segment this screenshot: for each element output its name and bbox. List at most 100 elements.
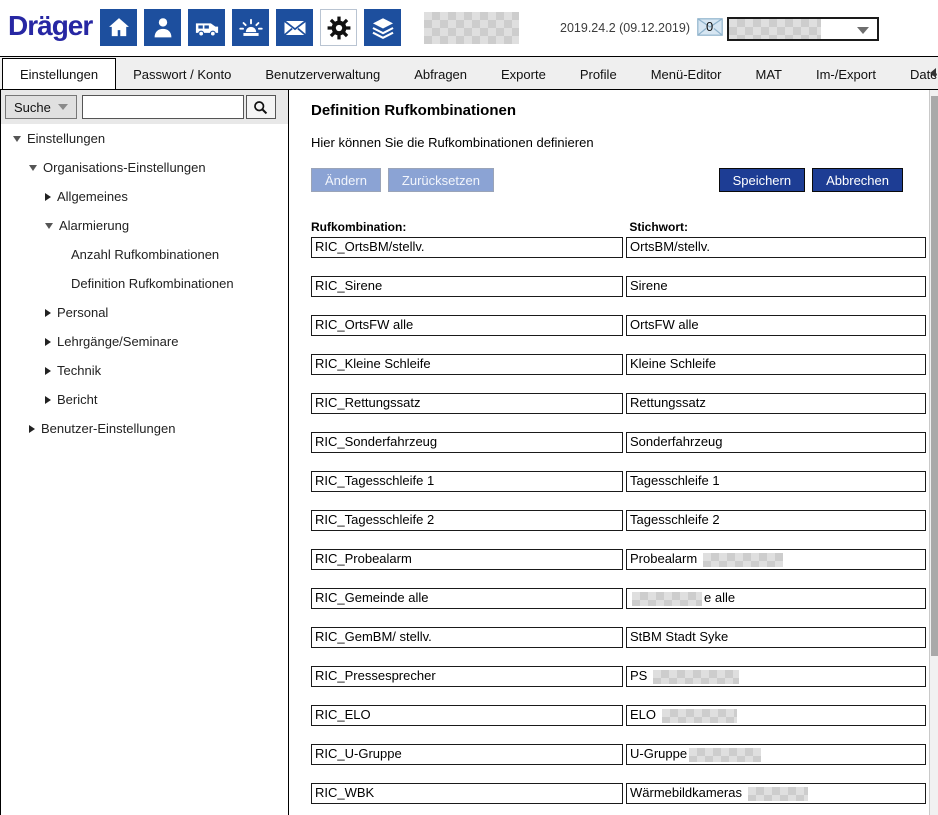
stichwort-input[interactable]: OrtsFW alle: [626, 315, 926, 336]
redacted-text-block: [748, 787, 808, 801]
tree-item-einstellungen[interactable]: Einstellungen: [1, 124, 289, 153]
field-rows: RIC_OrtsBM/stellv.OrtsBM/stellv.RIC_Sire…: [311, 237, 926, 815]
expand-icon[interactable]: [45, 309, 51, 317]
redacted-text-block: [632, 592, 702, 606]
rufkombination-input[interactable]: RIC_Tagesschleife 2: [311, 510, 623, 531]
rufkombination-input[interactable]: RIC_Tagesschleife 1: [311, 471, 623, 492]
tree-item-label: Personal: [57, 298, 108, 327]
expand-icon[interactable]: [45, 193, 51, 201]
collapse-icon[interactable]: [45, 223, 53, 229]
rufkombination-input[interactable]: RIC_Sirene: [311, 276, 623, 297]
field-row: RIC_Tagesschleife 1Tagesschleife 1: [311, 471, 926, 492]
tab-passwort-konto[interactable]: Passwort / Konto: [116, 61, 248, 89]
expand-icon[interactable]: [45, 396, 51, 404]
tree-item-alarmierung[interactable]: Alarmierung: [1, 211, 289, 240]
rufkombination-input[interactable]: RIC_ELO: [311, 705, 623, 726]
button-row: Ändern Zurücksetzen Speichern Abbrechen: [311, 168, 903, 192]
change-button[interactable]: Ändern: [311, 168, 381, 192]
search-category-dropdown[interactable]: Suche: [5, 95, 77, 119]
tree-item-bericht[interactable]: Bericht: [1, 385, 289, 414]
collapse-icon[interactable]: [29, 165, 37, 171]
vehicle-icon[interactable]: [188, 9, 225, 46]
search-button[interactable]: [246, 95, 276, 119]
tab-menü-editor[interactable]: Menü-Editor: [634, 61, 739, 89]
field-row: RIC_OrtsFW alleOrtsFW alle: [311, 315, 926, 336]
tab-exporte[interactable]: Exporte: [484, 61, 563, 89]
search-row: Suche: [1, 90, 289, 124]
chevron-down-icon: [857, 27, 869, 34]
rufkombination-input[interactable]: RIC_Kleine Schleife: [311, 354, 623, 375]
cancel-button[interactable]: Abbrechen: [812, 168, 903, 192]
field-row: RIC_WBKWärmebildkameras: [311, 783, 926, 804]
user-dropdown[interactable]: [727, 17, 879, 41]
field-row: RIC_U-GruppeU-Gruppe: [311, 744, 926, 765]
tab-mat[interactable]: MAT: [739, 61, 799, 89]
stichwort-input[interactable]: Tagesschleife 2: [626, 510, 926, 531]
tab-abfragen[interactable]: Abfragen: [397, 61, 484, 89]
rufkombination-input[interactable]: RIC_Rettungssatz: [311, 393, 623, 414]
alarm-light-icon[interactable]: [232, 9, 269, 46]
rufkombination-input[interactable]: RIC_Gemeinde alle: [311, 588, 623, 609]
stichwort-input[interactable]: Sirene: [626, 276, 926, 297]
vertical-scrollbar[interactable]: [929, 90, 938, 815]
tab-scroll-left-icon[interactable]: [930, 68, 936, 78]
stichwort-input[interactable]: Probealarm: [626, 549, 926, 570]
collapse-icon[interactable]: [13, 136, 21, 142]
tree-item-definition-rufkombinationen[interactable]: Definition Rufkombinationen: [1, 269, 289, 298]
rufkombination-input[interactable]: RIC_WBK: [311, 783, 623, 804]
tab-benutzerverwaltung[interactable]: Benutzerverwaltung: [248, 61, 397, 89]
page-subtitle: Hier können Sie die Rufkombinationen def…: [311, 135, 594, 150]
field-row: RIC_Tagesschleife 2Tagesschleife 2: [311, 510, 926, 531]
tree-item-benutzer-einstellungen[interactable]: Benutzer-Einstellungen: [1, 414, 289, 443]
expand-icon[interactable]: [45, 367, 51, 375]
home-icon[interactable]: [100, 9, 137, 46]
person-icon[interactable]: [144, 9, 181, 46]
page-title: Definition Rufkombinationen: [311, 102, 516, 119]
rufkombination-input[interactable]: RIC_Sonderfahrzeug: [311, 432, 623, 453]
unread-mail-indicator[interactable]: 0: [697, 18, 727, 38]
rufkombination-input[interactable]: RIC_U-Gruppe: [311, 744, 623, 765]
main-content: Definition Rufkombinationen Hier können …: [289, 90, 930, 815]
tree-item-technik[interactable]: Technik: [1, 356, 289, 385]
stichwort-input[interactable]: OrtsBM/stellv.: [626, 237, 926, 258]
rufkombination-input[interactable]: RIC_Pressesprecher: [311, 666, 623, 687]
search-category-label: Suche: [14, 100, 51, 115]
stichwort-input[interactable]: e alle: [626, 588, 926, 609]
scrollbar-thumb[interactable]: [931, 96, 938, 656]
tree-item-label: Einstellungen: [27, 124, 105, 153]
tree-item-label: Allgemeines: [57, 182, 128, 211]
reset-button[interactable]: Zurücksetzen: [388, 168, 494, 192]
tab-im-export[interactable]: Im-/Export: [799, 61, 893, 89]
stichwort-input[interactable]: ELO: [626, 705, 926, 726]
rufkombination-input[interactable]: RIC_Probealarm: [311, 549, 623, 570]
expand-icon[interactable]: [45, 338, 51, 346]
rufkombination-input[interactable]: RIC_OrtsBM/stellv.: [311, 237, 623, 258]
expand-icon[interactable]: [29, 425, 35, 433]
redacted-user-name: [729, 19, 821, 39]
rufkombination-input[interactable]: RIC_OrtsFW alle: [311, 315, 623, 336]
rufkombination-input[interactable]: RIC_GemBM/ stellv.: [311, 627, 623, 648]
gear-icon[interactable]: [320, 9, 357, 46]
tree-item-personal[interactable]: Personal: [1, 298, 289, 327]
tree-item-anzahl-rufkombinationen[interactable]: Anzahl Rufkombinationen: [1, 240, 289, 269]
tab-profile[interactable]: Profile: [563, 61, 634, 89]
tree-item-lehrgänge-seminare[interactable]: Lehrgänge/Seminare: [1, 327, 289, 356]
stichwort-input[interactable]: Kleine Schleife: [626, 354, 926, 375]
mail-icon[interactable]: [276, 9, 313, 46]
stichwort-input[interactable]: Wärmebildkameras: [626, 783, 926, 804]
stichwort-input[interactable]: StBM Stadt Syke: [626, 627, 926, 648]
stichwort-input[interactable]: Sonderfahrzeug: [626, 432, 926, 453]
draeger-logo: Dräger: [8, 10, 92, 42]
tree-item-organisations-einstellungen[interactable]: Organisations-Einstellungen: [1, 153, 289, 182]
field-row: RIC_OrtsBM/stellv.OrtsBM/stellv.: [311, 237, 926, 258]
tree-item-allgemeines[interactable]: Allgemeines: [1, 182, 289, 211]
search-input[interactable]: [82, 95, 244, 119]
save-button[interactable]: Speichern: [719, 168, 806, 192]
redacted-header-block: [424, 12, 519, 44]
stichwort-input[interactable]: Tagesschleife 1: [626, 471, 926, 492]
stichwort-input[interactable]: Rettungssatz: [626, 393, 926, 414]
stichwort-input[interactable]: U-Gruppe: [626, 744, 926, 765]
stichwort-input[interactable]: PS: [626, 666, 926, 687]
layers-icon[interactable]: [364, 9, 401, 46]
tab-einstellungen[interactable]: Einstellungen: [2, 58, 116, 90]
